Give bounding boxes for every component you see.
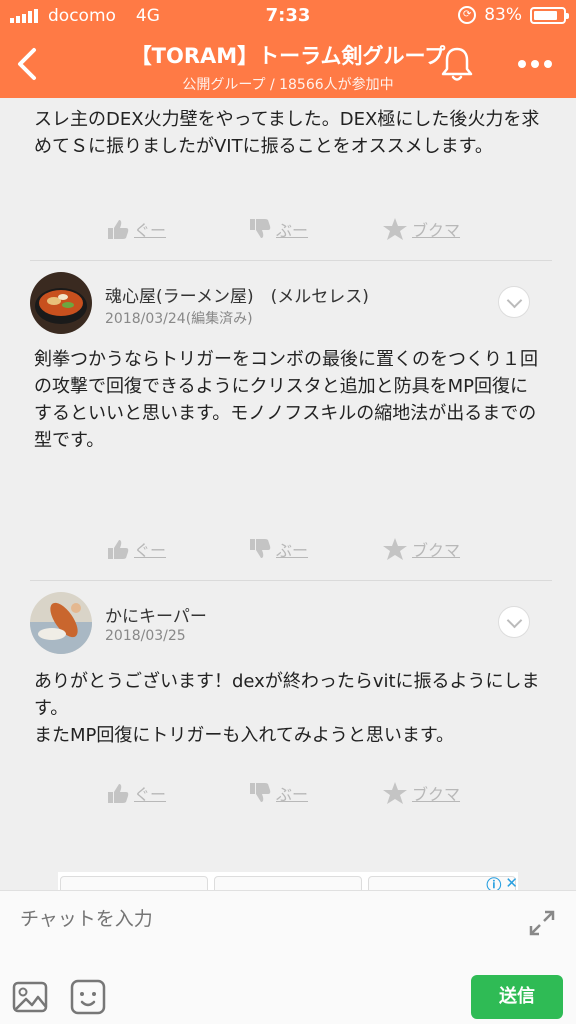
post-body-line: またMP回復にトリガーも入れてみようと思います。 xyxy=(34,725,455,746)
thumbs-up-icon xyxy=(108,540,129,559)
expand-icon xyxy=(529,910,555,936)
post-1: スレ主のDEX火力壁をやってました。DEX極にした後火力を求めてＳに振りましたが… xyxy=(0,98,576,263)
post-menu-button[interactable] xyxy=(498,606,530,638)
author-name[interactable]: かにキーパー xyxy=(105,602,207,627)
page-title: 【TORAM】トーラム剣グループ xyxy=(130,44,446,68)
star-icon xyxy=(383,538,407,560)
expand-button[interactable] xyxy=(526,907,558,939)
post-2: 魂心屋(ラーメン屋) (メルセレス) 2018/03/24(編集済み) 剣拳つか… xyxy=(0,262,576,578)
bad-button[interactable]: ぶー xyxy=(248,778,308,808)
back-button[interactable] xyxy=(10,42,46,86)
bad-button[interactable]: ぶー xyxy=(248,214,308,244)
top-bar: docomo 4G 7:33 ⟳ 83% 【TORAM】トーラム剣グループ 公開… xyxy=(0,0,576,98)
star-icon xyxy=(383,782,407,804)
image-icon xyxy=(12,981,48,1013)
image-button[interactable] xyxy=(12,979,48,1015)
divider xyxy=(30,260,552,261)
star-icon xyxy=(383,218,407,240)
group-subtitle: 公開グループ / 18566人が参加中 xyxy=(182,77,394,93)
author-name[interactable]: 魂心屋(ラーメン屋) (メルセレス) xyxy=(105,282,369,307)
thumbs-up-icon xyxy=(108,220,129,239)
post-actions: ぐー ぶー ブクマ xyxy=(0,778,576,808)
more-dot-icon xyxy=(518,60,526,68)
good-button[interactable]: ぐー xyxy=(106,534,166,564)
post-actions: ぐー ぶー ブクマ xyxy=(0,214,576,244)
ad-banner[interactable]: ⓘ ✕ xyxy=(58,872,518,892)
post-menu-button[interactable] xyxy=(498,286,530,318)
divider xyxy=(30,580,552,581)
post-body: ありがとうございます！dexが終わったらvitに振るようにします。 またMP回復… xyxy=(34,668,544,749)
post-actions: ぐー ぶー ブクマ xyxy=(0,534,576,564)
sticker-button[interactable] xyxy=(70,979,106,1015)
bookmark-button[interactable]: ブクマ xyxy=(382,534,460,564)
thumbs-down-icon xyxy=(250,219,271,238)
battery-icon xyxy=(530,6,569,24)
avatar[interactable] xyxy=(30,592,92,654)
ramen-avatar-icon xyxy=(30,272,92,334)
thumbs-down-icon xyxy=(250,539,271,558)
bookmark-button[interactable]: ブクマ xyxy=(382,778,460,808)
thumbs-down-icon xyxy=(250,783,271,802)
post-body-line: ありがとうございます！dexが終わったらvitに振るようにします。 xyxy=(34,671,540,719)
smiley-icon xyxy=(70,979,106,1015)
send-button[interactable]: 送信 xyxy=(471,975,563,1019)
avatar[interactable] xyxy=(30,272,92,334)
good-button[interactable]: ぐー xyxy=(106,214,166,244)
status-bar: docomo 4G 7:33 ⟳ 83% xyxy=(0,0,576,32)
chat-composer: 送信 xyxy=(0,890,576,1024)
more-dot-icon xyxy=(544,60,552,68)
thumbs-up-icon xyxy=(108,784,129,803)
group-header: 【TORAM】トーラム剣グループ 公開グループ / 18566人が参加中 xyxy=(0,32,576,98)
post-3: かにキーパー 2018/03/25 ありがとうございます！dexが終わったらvi… xyxy=(0,582,576,822)
bad-button[interactable]: ぶー xyxy=(248,534,308,564)
rotation-lock-icon: ⟳ xyxy=(458,6,477,24)
bell-icon xyxy=(441,47,473,81)
more-menu-button[interactable] xyxy=(510,44,560,84)
chat-input[interactable] xyxy=(20,905,500,933)
post-date: 2018/03/24(編集済み) xyxy=(105,311,253,327)
post-body: スレ主のDEX火力壁をやってました。DEX極にした後火力を求めてＳに振りましたが… xyxy=(34,109,540,157)
post-date: 2018/03/25 xyxy=(105,628,186,644)
more-dot-icon xyxy=(531,60,539,68)
crab-avatar-icon xyxy=(30,592,92,654)
post-body: 剣拳つかうならトリガーをコンボの最後に置くのをつくり１回の攻撃で回復できるように… xyxy=(34,349,538,451)
bookmark-button[interactable]: ブクマ xyxy=(382,214,460,244)
good-button[interactable]: ぐー xyxy=(106,778,166,808)
battery-percent: 83% xyxy=(484,5,522,25)
chevron-left-icon xyxy=(18,48,36,80)
notification-button[interactable] xyxy=(438,44,476,84)
